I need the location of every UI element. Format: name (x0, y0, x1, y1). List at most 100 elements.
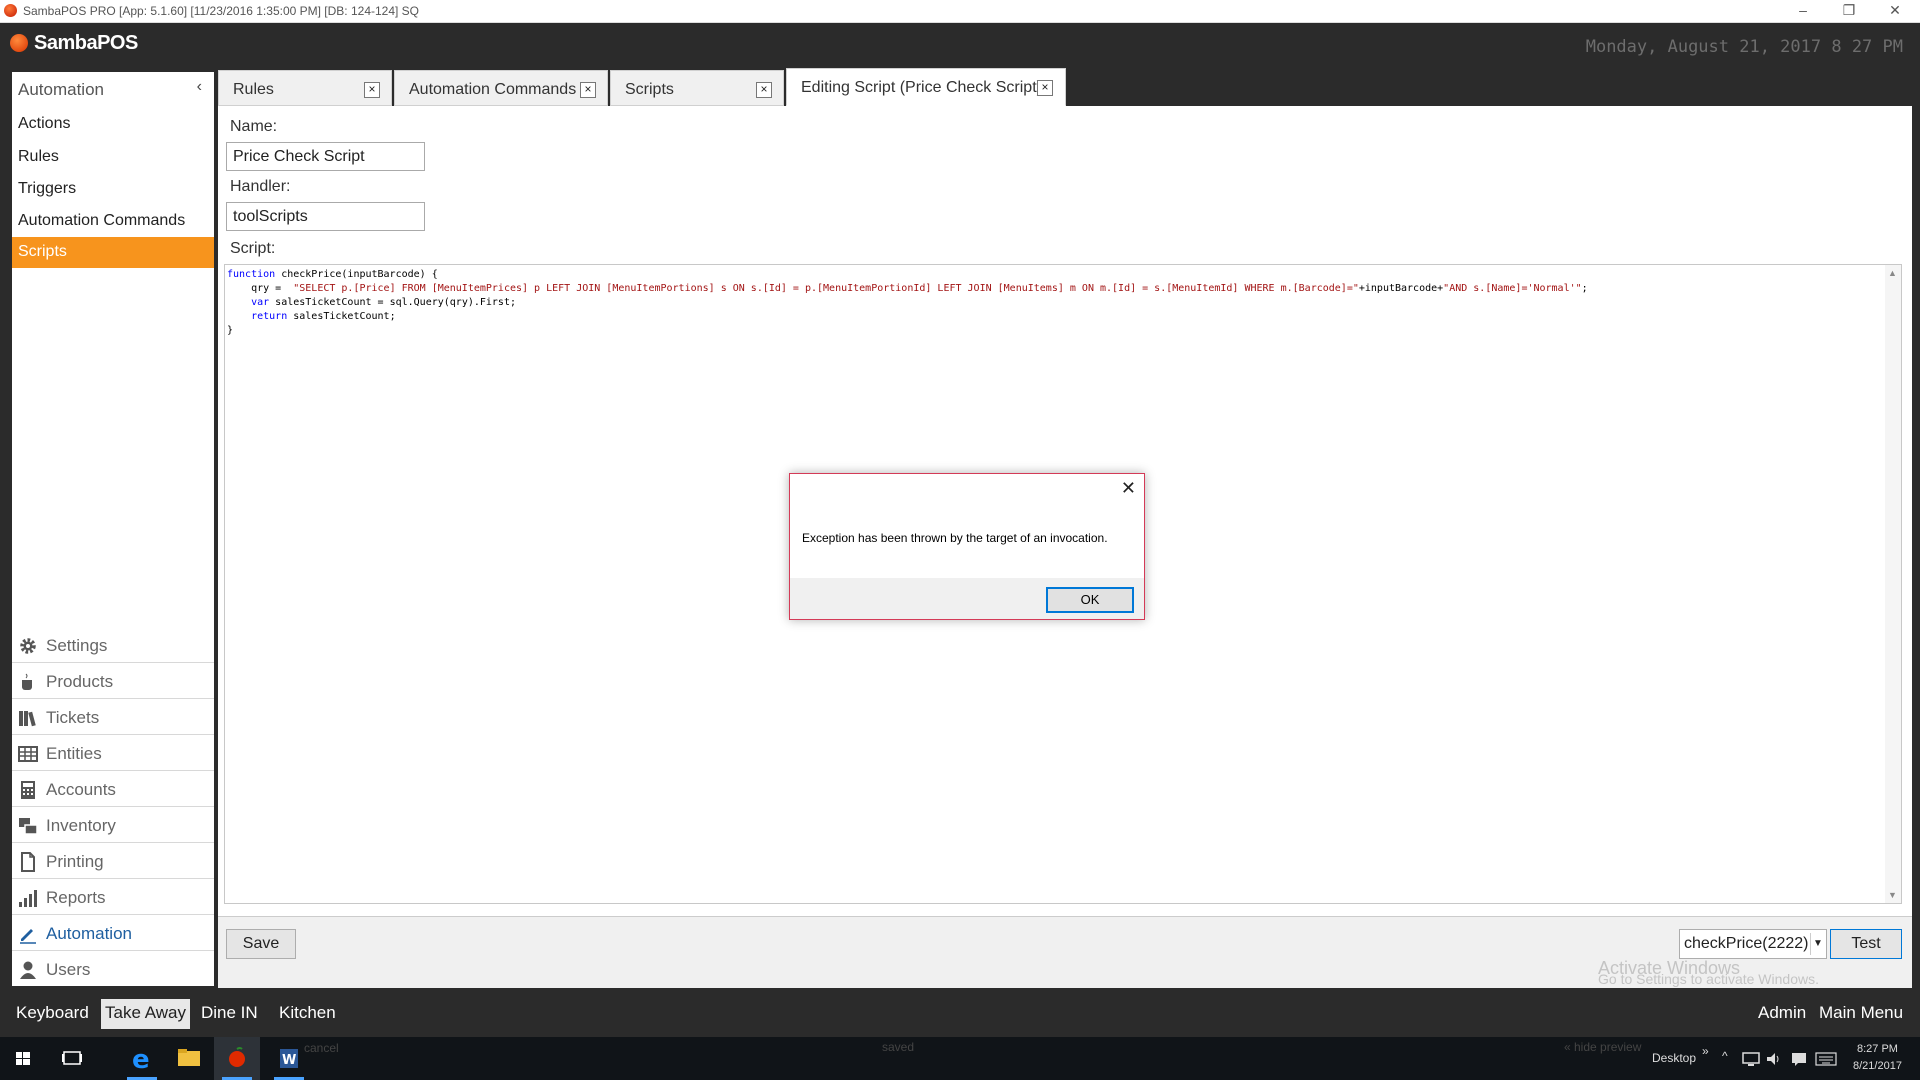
tab-editing-script-label: Editing Script (Price Check Script) (801, 79, 1042, 96)
take-away-button[interactable]: Take Away (101, 999, 190, 1029)
windows-start-icon[interactable] (0, 1037, 46, 1080)
nav-printing[interactable]: Printing (12, 844, 214, 879)
code-keyword: function (227, 269, 276, 280)
code-text: +inputBarcode+ (1358, 283, 1444, 294)
pencil-icon (20, 929, 36, 944)
sidebar-item-triggers[interactable]: Triggers (12, 174, 214, 205)
scroll-down-icon[interactable]: ▼ (1888, 890, 1897, 900)
nav-reports[interactable]: Reports (12, 880, 214, 915)
sambapos-taskbar-icon[interactable] (214, 1037, 260, 1080)
nav-users[interactable]: Users (12, 952, 214, 987)
tab-scripts-close-icon[interactable]: × (756, 82, 772, 98)
test-expression-select[interactable]: checkPrice(2222) ▼ (1679, 929, 1827, 959)
nav-accounts[interactable]: Accounts (12, 772, 214, 807)
kitchen-button[interactable]: Kitchen (275, 999, 340, 1029)
exception-dialog: ✕ Exception has been thrown by the targe… (789, 473, 1145, 620)
handler-input[interactable]: toolScripts (226, 202, 425, 231)
minimize-button[interactable]: – (1780, 0, 1826, 23)
volume-icon[interactable] (1766, 1051, 1782, 1067)
dialog-message: Exception has been thrown by the target … (802, 531, 1108, 545)
nav-tickets-label: Tickets (46, 708, 100, 727)
nav-inventory-label: Inventory (46, 816, 116, 835)
collapse-chevron-icon[interactable]: ‹ (197, 78, 202, 96)
window-title: SambaPOS PRO [App: 5.1.60] [11/23/2016 1… (23, 4, 420, 18)
test-button[interactable]: Test (1830, 929, 1902, 959)
sidebar-item-actions[interactable]: Actions (12, 109, 214, 140)
activate-windows-subtitle: Go to Settings to activate Windows. (1598, 971, 1819, 987)
nav-products[interactable]: Products (12, 664, 214, 699)
window-titlebar: SambaPOS PRO [App: 5.1.60] [11/23/2016 1… (0, 0, 1920, 23)
keyboard-icon[interactable] (1815, 1052, 1837, 1066)
tab-automation-commands-close-icon[interactable]: × (580, 82, 596, 98)
taskbar-date[interactable]: 8/21/2017 (1853, 1060, 1902, 1072)
tab-rules-close-icon[interactable]: × (364, 82, 380, 98)
scroll-up-icon[interactable]: ▲ (1888, 268, 1897, 278)
editor-scrollbar[interactable]: ▲ ▼ (1885, 265, 1901, 903)
network-icon[interactable] (1742, 1051, 1760, 1067)
nav-accounts-label: Accounts (46, 780, 116, 799)
dialog-close-icon[interactable]: ✕ (1121, 478, 1136, 499)
tab-scripts[interactable]: Scripts × (610, 70, 784, 106)
admin-button[interactable]: Admin (1754, 999, 1810, 1029)
edge-browser-icon[interactable]: e (119, 1037, 165, 1080)
task-view-icon[interactable] (49, 1037, 95, 1080)
document-icon (21, 852, 35, 872)
nav-entities[interactable]: Entities (12, 736, 214, 771)
code-keyword: var (251, 297, 270, 308)
keyboard-button[interactable]: Keyboard (12, 999, 93, 1029)
tab-automation-commands[interactable]: Automation Commands × (394, 70, 608, 106)
nav-automation-label: Automation (46, 924, 132, 943)
tab-rules[interactable]: Rules × (218, 70, 392, 106)
nav-automation[interactable]: Automation (12, 916, 214, 951)
sidebar-item-automation-commands[interactable]: Automation Commands (12, 206, 214, 237)
sambapos-logo-icon (10, 34, 28, 52)
sidebar-header: Automation ‹ (12, 72, 214, 106)
close-window-button[interactable]: ✕ (1872, 0, 1918, 23)
taskbar-time[interactable]: 8:27 PM (1857, 1043, 1898, 1055)
script-code: function checkPrice(inputBarcode) { qry … (227, 268, 1588, 338)
nav-settings[interactable]: Settings (12, 628, 214, 663)
dialog-footer: OK (790, 578, 1144, 619)
app-header: SambaPOS Monday, August 21, 2017 8 27 PM (0, 23, 1920, 63)
table-icon (18, 746, 38, 762)
save-button[interactable]: Save (226, 929, 296, 959)
tab-strip: Rules × Automation Commands × Scripts × … (218, 66, 1912, 106)
sidebar-item-scripts[interactable]: Scripts (12, 237, 214, 268)
tab-editing-script[interactable]: Editing Script (Price Check Script) × (786, 68, 1066, 106)
name-input[interactable]: Price Check Script (226, 142, 425, 171)
test-expression-value: checkPrice(2222) (1684, 935, 1809, 952)
dine-in-button[interactable]: Dine IN (197, 999, 262, 1029)
bar-chart-icon (19, 890, 37, 907)
handler-label: Handler: (230, 178, 291, 195)
notifications-icon[interactable] (1791, 1051, 1807, 1067)
main-menu-button[interactable]: Main Menu (1815, 999, 1907, 1029)
coffee-cup-icon (22, 673, 32, 690)
faded-hide-preview-text: « hide preview (1564, 1040, 1642, 1054)
ok-button[interactable]: OK (1046, 587, 1134, 613)
header-clock: Monday, August 21, 2017 8 27 PM (1585, 37, 1903, 57)
books-icon (19, 711, 36, 727)
calculator-icon (21, 781, 35, 799)
tray-up-arrow-icon[interactable]: ^ (1722, 1049, 1728, 1063)
nav-tickets[interactable]: Tickets (12, 700, 214, 735)
script-label: Script: (230, 240, 276, 257)
nav-inventory[interactable]: Inventory (12, 808, 214, 843)
code-text: } (227, 325, 234, 336)
svg-text:e: e (132, 1045, 150, 1075)
chevron-down-icon[interactable]: ▼ (1810, 933, 1825, 955)
user-icon (20, 961, 36, 979)
tab-rules-label: Rules (233, 81, 274, 98)
tab-editing-script-close-icon[interactable]: × (1037, 80, 1053, 96)
desktop-toolbar-label[interactable]: Desktop (1652, 1051, 1696, 1065)
toolbar-overflow-icon[interactable]: » (1702, 1044, 1709, 1058)
nav-reports-label: Reports (46, 888, 106, 907)
app-bottom-bar: Keyboard Take Away Dine IN Kitchen Admin… (0, 989, 1920, 1037)
sidebar-item-rules[interactable]: Rules (12, 142, 214, 173)
boxes-icon (19, 818, 38, 835)
file-explorer-icon[interactable] (166, 1037, 212, 1080)
sidebar: Automation ‹ Actions Rules Triggers Auto… (12, 72, 214, 986)
code-text: checkPrice(inputBarcode) { (275, 269, 438, 280)
restore-button[interactable]: ❐ (1826, 0, 1872, 23)
